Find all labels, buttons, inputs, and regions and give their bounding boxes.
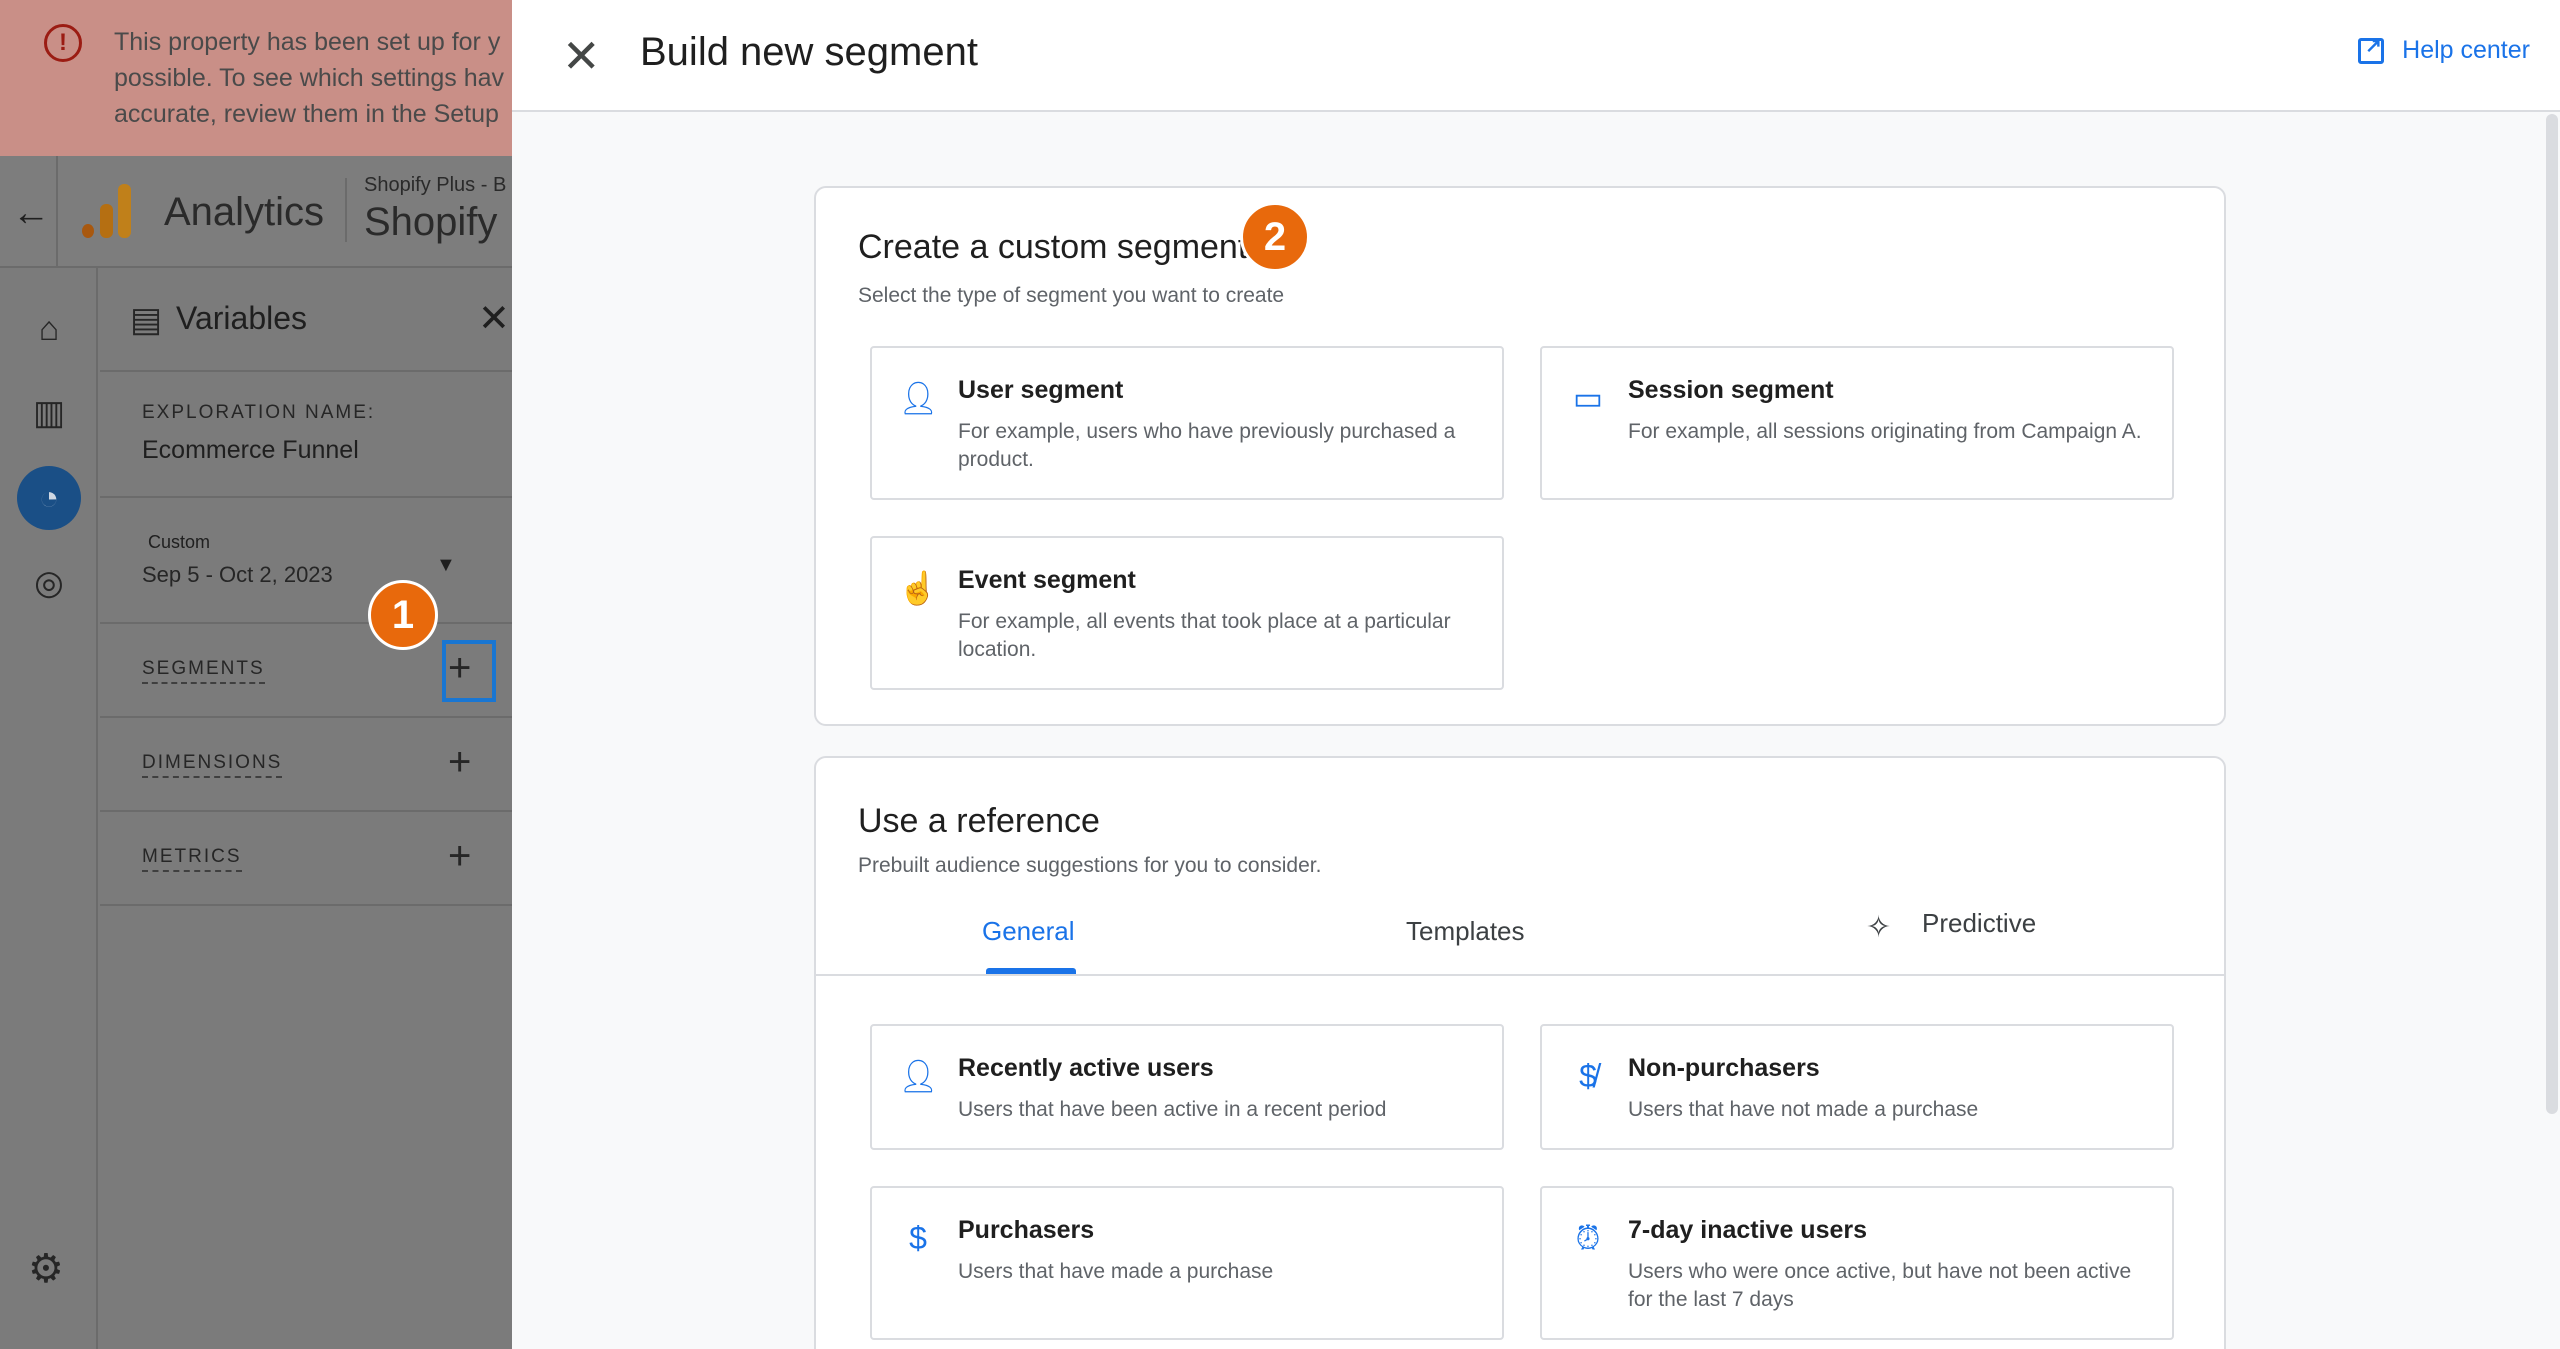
segments-label: SEGMENTS xyxy=(142,658,265,684)
tile-desc: For example, all events that took place … xyxy=(958,610,1451,661)
divider xyxy=(56,156,58,268)
step-badge-2: 2 xyxy=(1240,202,1310,272)
dimensions-label: DIMENSIONS xyxy=(142,752,283,778)
dialog-header: ✕ Build new segment Help center xyxy=(512,0,2560,112)
tile-name: Purchasers xyxy=(958,1216,1095,1244)
custom-segment-subtitle: Select the type of segment you want to c… xyxy=(858,284,1285,307)
close-icon[interactable]: ✕ xyxy=(478,296,510,341)
reference-title: Use a reference xyxy=(858,802,1100,840)
person-icon: 👤︎ xyxy=(898,1058,939,1094)
custom-segment-title: Create a custom segment xyxy=(858,228,1248,266)
reference-tabs: General Templates ✧ Predictive xyxy=(816,908,2224,976)
tile-desc: Users that have made a purchase xyxy=(958,1260,1274,1283)
tile-name: Recently active users xyxy=(958,1054,1214,1082)
date-range-value: Sep 5 - Oct 2, 2023 xyxy=(142,562,333,587)
open-in-new-icon xyxy=(2358,33,2385,64)
tile-desc: For example, all sessions originating fr… xyxy=(1628,420,2142,443)
tile-name: User segment xyxy=(958,376,1124,404)
reference-subtitle: Prebuilt audience suggestions for you to… xyxy=(858,854,1322,877)
add-dimension-button[interactable]: + xyxy=(448,740,471,784)
left-nav: ⌂ ▥ ◔ ◎ ⚙ xyxy=(0,268,98,1349)
tile-desc: Users who were once active, but have not… xyxy=(1628,1260,2132,1311)
dollar-icon: $ xyxy=(909,1220,927,1256)
exploration-name-value: Ecommerce Funnel xyxy=(142,436,359,464)
tile-name: Session segment xyxy=(1628,376,1834,404)
help-center-label: Help center xyxy=(2402,36,2530,64)
metrics-section: METRICS + xyxy=(100,812,520,906)
session-icon: ▭ xyxy=(1572,380,1604,416)
tile-name: Event segment xyxy=(958,566,1136,594)
help-center-link[interactable]: Help center xyxy=(2358,33,2530,65)
non-purchasers-tile[interactable]: $̸ Non-purchasers Users that have not ma… xyxy=(1540,1024,2174,1150)
account-name[interactable]: Shopify Plus - B xyxy=(364,174,506,197)
tile-desc: For example, users who have previously p… xyxy=(958,420,1456,471)
event-segment-tile[interactable]: ☝ Event segment For example, all events … xyxy=(870,536,1504,690)
metrics-label: METRICS xyxy=(142,846,242,872)
tab-label: Templates xyxy=(1406,916,1525,946)
variables-title: Variables xyxy=(176,300,308,336)
tab-templates[interactable]: Templates xyxy=(1396,908,1576,974)
explore-icon[interactable]: ◔ xyxy=(17,466,81,530)
tile-desc: Users that have not made a purchase xyxy=(1628,1098,1979,1121)
tab-predictive[interactable]: ✧ Predictive xyxy=(1866,908,2066,974)
inactive-users-tile[interactable]: ⏰︎ 7-day inactive users Users who were o… xyxy=(1540,1186,2174,1340)
build-segment-dialog: ✕ Build new segment Help center Create a… xyxy=(512,0,2560,1349)
back-arrow-icon[interactable]: ← xyxy=(12,192,50,235)
tab-general[interactable]: General xyxy=(966,908,1096,974)
tab-label: General xyxy=(982,916,1075,946)
divider xyxy=(345,178,347,242)
purchasers-tile[interactable]: $ Purchasers Users that have made a purc… xyxy=(870,1186,1504,1340)
error-icon: ! xyxy=(44,24,82,62)
alert-text: This property has been set up for y poss… xyxy=(114,28,505,128)
custom-segment-card: Create a custom segment Select the type … xyxy=(814,186,2226,726)
home-icon[interactable]: ⌂ xyxy=(24,304,74,354)
tile-name: 7-day inactive users xyxy=(1628,1216,1868,1244)
variables-panel: ▤ Variables ✕ EXPLORATION NAME: Ecommerc… xyxy=(100,268,520,1349)
close-dialog-icon[interactable]: ✕ xyxy=(562,28,601,84)
alert-banner: ! This property has been set up for y po… xyxy=(0,0,520,156)
active-tab-indicator xyxy=(986,968,1076,974)
reference-card: Use a reference Prebuilt audience sugges… xyxy=(814,756,2226,1349)
dialog-title: Build new segment xyxy=(640,30,978,74)
settings-gear-icon[interactable]: ⚙ xyxy=(28,1246,64,1292)
no-money-icon: $̸ xyxy=(1579,1058,1597,1094)
add-metric-button[interactable]: + xyxy=(448,834,471,878)
dimensions-section: DIMENSIONS + xyxy=(100,718,520,812)
top-bar: ← Analytics Shopify Plus - B Shopify I xyxy=(0,156,520,268)
exploration-name-label: EXPLORATION NAME: xyxy=(142,402,376,423)
advertising-icon[interactable]: ◎ xyxy=(24,558,74,608)
variables-header: ▤ Variables ✕ xyxy=(100,268,520,372)
session-segment-tile[interactable]: ▭ Session segment For example, all sessi… xyxy=(1540,346,2174,500)
library-icon: ▤ xyxy=(130,301,163,339)
reports-icon[interactable]: ▥ xyxy=(24,388,74,438)
date-range-picker[interactable]: Custom Sep 5 - Oct 2, 2023 ▼ xyxy=(100,498,520,624)
tile-desc: Users that have been active in a recent … xyxy=(958,1098,1387,1121)
date-range-label: Custom xyxy=(148,532,211,552)
segments-section: SEGMENTS + xyxy=(100,624,520,718)
app-name: Analytics xyxy=(164,190,325,234)
tab-label: Predictive xyxy=(1922,908,2037,938)
analytics-logo-icon xyxy=(82,184,132,238)
recently-active-users-tile[interactable]: 👤︎ Recently active users Users that have… xyxy=(870,1024,1504,1150)
magic-wand-icon: ✧ xyxy=(1866,911,1892,944)
background-page: ! This property has been set up for y po… xyxy=(0,0,520,1349)
person-icon: 👤︎ xyxy=(898,380,939,416)
exploration-name-field[interactable]: EXPLORATION NAME: Ecommerce Funnel xyxy=(100,372,520,498)
step-badge-1: 1 xyxy=(368,580,438,650)
property-name[interactable]: Shopify I xyxy=(364,200,520,245)
scrollbar[interactable] xyxy=(2544,114,2560,1114)
dropdown-caret-icon[interactable]: ▼ xyxy=(436,554,456,577)
alarm-off-icon: ⏰︎ xyxy=(1575,1220,1601,1256)
user-segment-tile[interactable]: 👤︎ User segment For example, users who h… xyxy=(870,346,1504,500)
scrollbar-thumb[interactable] xyxy=(2546,114,2558,1114)
touch-icon: ☝ xyxy=(898,570,938,606)
tile-name: Non-purchasers xyxy=(1628,1054,1820,1082)
add-segment-button[interactable]: + xyxy=(448,646,471,690)
